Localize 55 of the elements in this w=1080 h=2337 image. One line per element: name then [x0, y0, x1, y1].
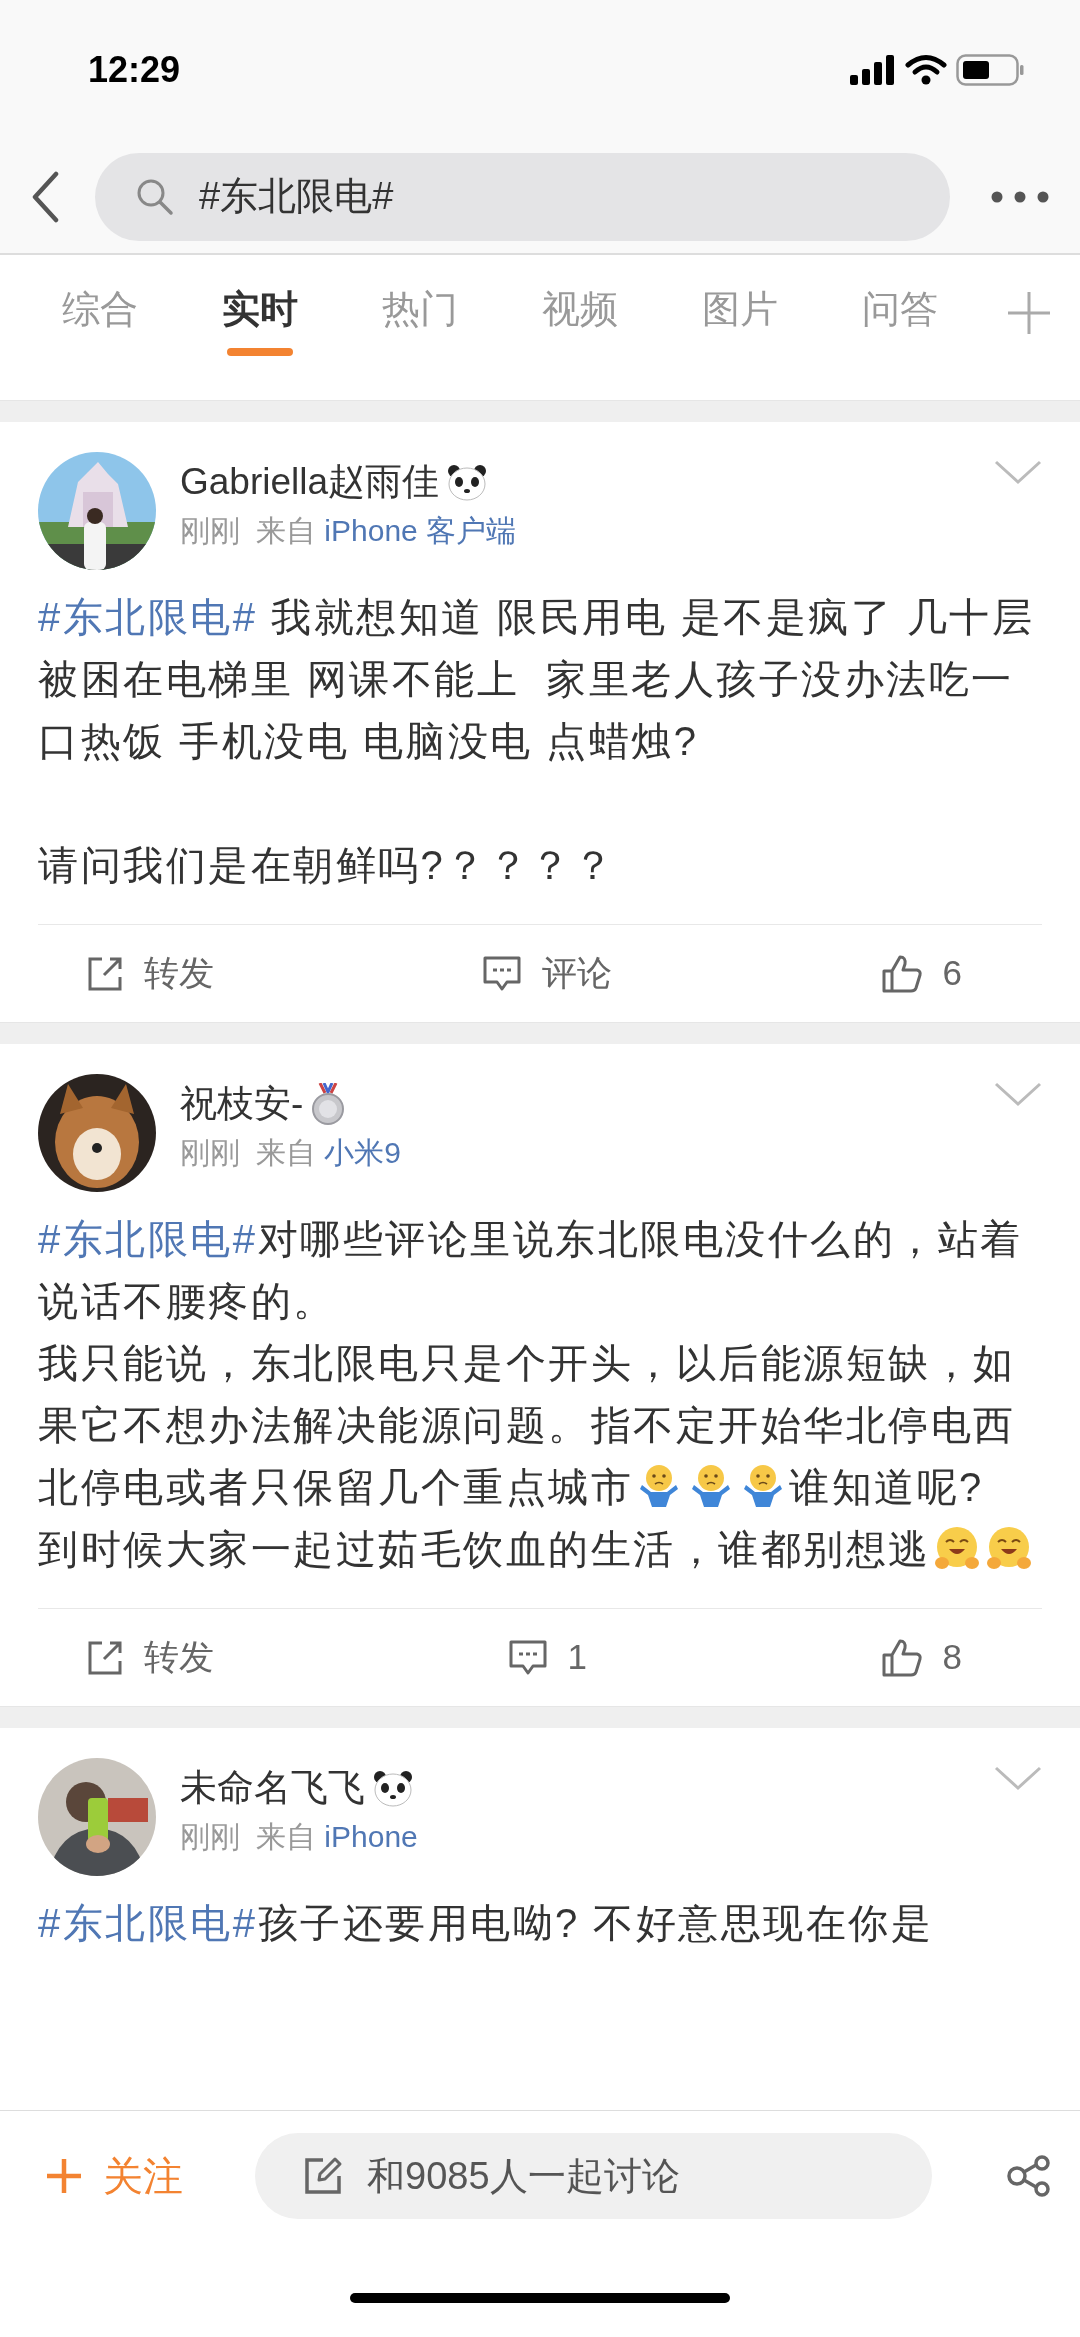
back-button[interactable]	[30, 170, 60, 223]
like-button[interactable]: 6	[880, 947, 962, 1000]
plus-icon	[1006, 289, 1052, 336]
tab[interactable]: 实时	[180, 263, 340, 362]
search-query: #东北限电#	[199, 174, 394, 219]
comment-field[interactable]: 和9085人一起讨论	[255, 2133, 932, 2219]
like-button[interactable]: 8	[880, 1631, 962, 1684]
dropdown-button[interactable]	[994, 460, 1042, 486]
author-name[interactable]: Gabriella赵雨佳	[180, 460, 440, 505]
share-icon	[1006, 2155, 1052, 2197]
grinning-emoji-icon	[985, 1525, 1032, 1571]
grinning-emoji-icon	[933, 1525, 980, 1571]
clock-time: 12:29	[88, 48, 181, 92]
author-name[interactable]: 祝枝安-	[180, 1082, 304, 1127]
dropdown-button[interactable]	[994, 1766, 1042, 1792]
post-time: 刚刚	[180, 1135, 240, 1172]
post-source: 来自 iPhone 客户端	[256, 513, 517, 550]
comment-icon	[482, 954, 523, 993]
thumbs-up-icon	[880, 1637, 923, 1678]
post-source: 来自 iPhone	[256, 1819, 418, 1856]
battery-icon	[956, 54, 1024, 86]
panda-icon	[447, 463, 488, 502]
back-icon	[30, 170, 60, 223]
post-source: 来自 小米9	[256, 1135, 402, 1172]
post-text: 到时候大家一起过茹毛饮血的生活，谁都别想逃	[38, 1518, 1042, 1580]
post-time: 刚刚	[180, 513, 240, 550]
comment-button[interactable]: 评论	[482, 947, 613, 1000]
panda-icon	[373, 1769, 413, 1808]
chevron-down-icon	[994, 460, 1042, 486]
author-name[interactable]: 未命名飞飞	[180, 1766, 365, 1811]
repost-button[interactable]: 转发	[86, 947, 214, 1000]
search-field[interactable]: #东北限电#	[95, 152, 950, 241]
chevron-down-icon	[994, 1082, 1042, 1108]
more-icon	[990, 190, 1050, 205]
add-tab-button[interactable]	[1006, 289, 1052, 336]
plus-icon	[45, 2157, 83, 2195]
post-text: #东北限电# 我就想知道 限民用电 是不是疯了 几十层被困在电梯里 网课不能上 家里老人孩子没办法吃一口热饭 手机没电 电脑没电 点蜡烛? 请问我们是在朝鲜吗?？？？？	[38, 594, 1036, 889]
medal-icon	[311, 1083, 346, 1126]
post-time: 刚刚	[180, 1819, 240, 1856]
hashtag-link[interactable]: #东北限电#	[38, 1901, 258, 1945]
thumbs-up-icon	[880, 953, 923, 994]
dropdown-button[interactable]	[994, 1082, 1042, 1108]
post-text: 我只能说，东北限电只是个开头，以后能源短缺，如果它不想办法解决能源问题。指不定开始华北停电西北停电或者只保留几个重点城市 谁知道呢?	[38, 1340, 1017, 1511]
edit-icon	[303, 2156, 343, 2196]
chevron-down-icon	[994, 1766, 1042, 1792]
signal-icon	[850, 55, 896, 85]
hashtag-link[interactable]: #东北限电#	[38, 595, 258, 639]
repost-button[interactable]: 转发	[86, 1631, 214, 1684]
wifi-icon	[904, 54, 948, 86]
share-button[interactable]	[1006, 2155, 1052, 2197]
comment-icon	[507, 1638, 548, 1677]
hashtag-link[interactable]: #东北限电#	[38, 1217, 258, 1261]
post-text: #东北限电#孩子还要用电呦? 不好意思现在你是	[38, 1900, 935, 1947]
comment-button[interactable]: 1	[507, 1631, 587, 1684]
post-text: #东北限电#对哪些评论里说东北限电没什么的，站着说话不腰疼的。	[38, 1216, 1024, 1325]
